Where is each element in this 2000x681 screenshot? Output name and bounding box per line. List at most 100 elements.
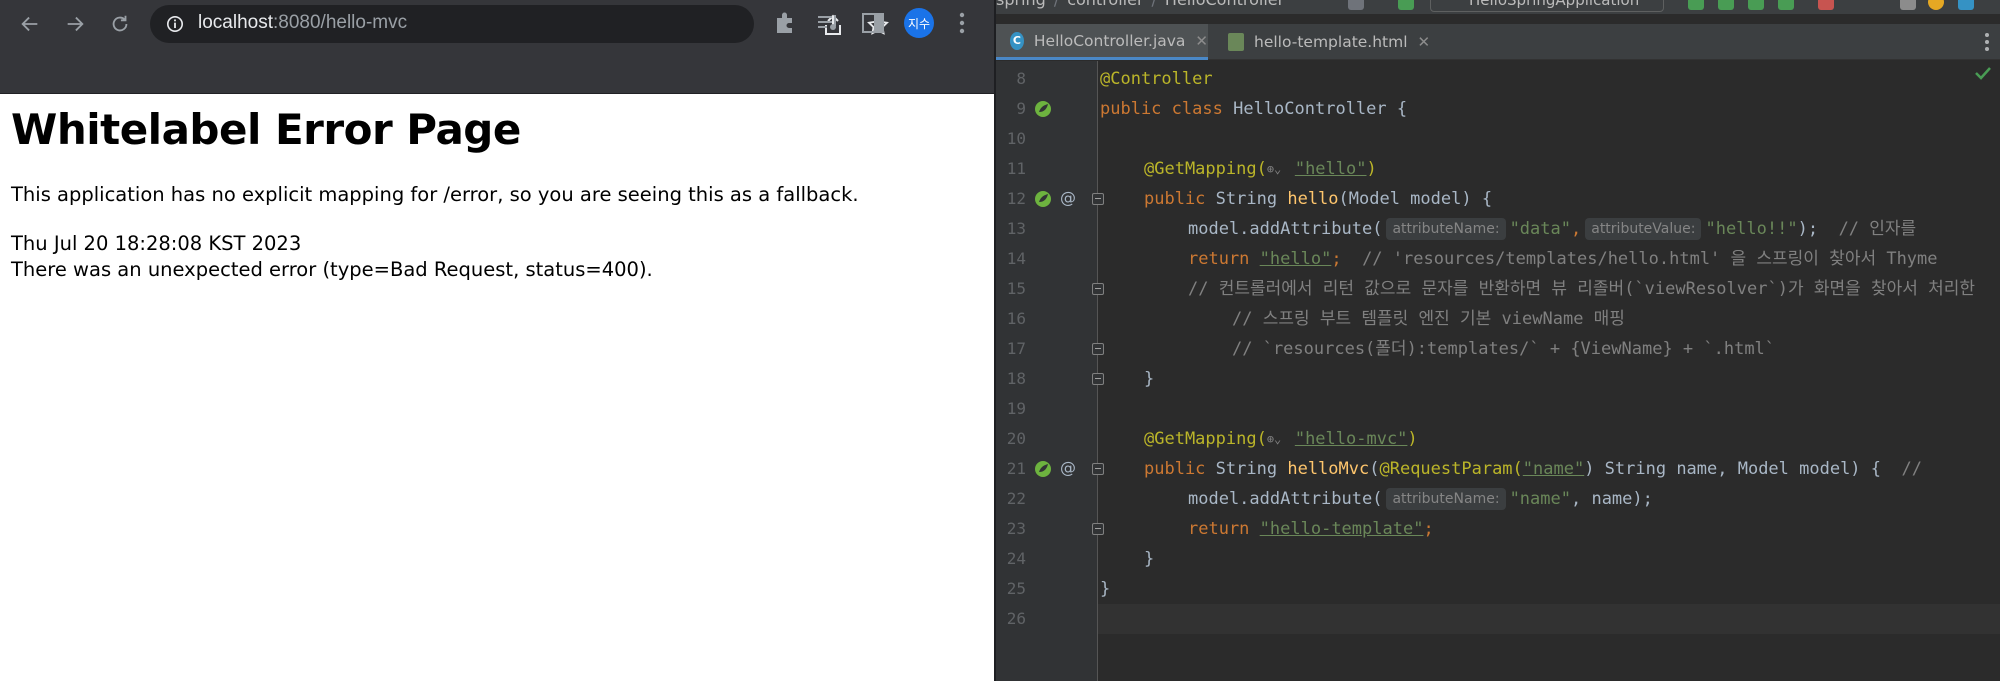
close-icon[interactable]: ✕ <box>1195 32 1208 50</box>
run-icon[interactable] <box>1688 0 1704 10</box>
notification-icon[interactable] <box>1928 0 1944 10</box>
breadcrumb-separator: / <box>1152 0 1157 9</box>
error-title: Whitelabel Error Page <box>11 105 521 154</box>
code-line[interactable]: public class HelloController { <box>1098 94 2000 124</box>
request-mapping-icon[interactable]: @ <box>1060 458 1076 477</box>
debug-icon[interactable] <box>1718 0 1734 10</box>
line-number: 16 <box>1006 309 1026 328</box>
error-detail: There was an unexpected error (type=Bad … <box>11 258 653 281</box>
code-line[interactable]: public String hello(Model model) { <box>1098 184 2000 214</box>
code-line[interactable]: public String helloMvc(@RequestParam("na… <box>1098 454 2000 484</box>
back-arrow-icon <box>21 16 38 32</box>
url-text[interactable]: localhost:8080/hello-mvc <box>198 12 407 34</box>
code-line[interactable]: @GetMapping(⊕⌄ "hello") <box>1098 154 2000 184</box>
code-token: public <box>1144 189 1206 209</box>
java-class-icon: C <box>1010 31 1024 50</box>
assistant-icon[interactable] <box>1958 0 1974 10</box>
search-icon[interactable] <box>1900 0 1916 10</box>
code-line[interactable]: // 스프링 부트 템플릿 엔진 기본 viewName 매핑 <box>1098 304 2000 334</box>
breadcrumb-item[interactable]: HelloController <box>1165 0 1284 9</box>
tab-hellocontroller[interactable]: C HelloController.java ✕ <box>996 24 1208 60</box>
line-number: 14 <box>1006 249 1026 268</box>
code-token: } <box>1100 579 1111 599</box>
spring-mapping-icon[interactable] <box>1034 460 1052 478</box>
html-file-icon <box>1228 33 1244 51</box>
parameter-hint: attributeValue: <box>1585 218 1702 240</box>
code-line[interactable]: // `resources(폴더):templates/` + {ViewNam… <box>1098 334 2000 364</box>
code-token[interactable]: "name" <box>1523 459 1584 479</box>
code-token: "hello!!" <box>1705 219 1798 239</box>
code-token: hello <box>1287 189 1339 209</box>
code-line[interactable]: return "hello-template"; <box>1098 514 2000 544</box>
more-icon[interactable] <box>1984 32 1990 52</box>
breadcrumb-separator: / <box>1054 0 1059 9</box>
breadcrumb-item[interactable]: controller <box>1067 0 1143 9</box>
code-line[interactable]: return "hello"; // 'resources/templates/… <box>1098 244 2000 274</box>
reload-button[interactable] <box>104 8 136 40</box>
code-line[interactable]: model.addAttribute(attributeName: "name",… <box>1098 484 2000 514</box>
code-token: "data" <box>1509 219 1571 239</box>
code-line[interactable]: } <box>1098 574 2000 604</box>
code-token: return <box>1188 519 1250 539</box>
code-editor[interactable]: @Controller public class HelloController… <box>1098 61 2000 681</box>
back-button[interactable] <box>14 8 46 40</box>
code-line[interactable]: @Controller <box>1098 64 2000 94</box>
request-mapping-icon[interactable]: @ <box>1060 188 1076 207</box>
code-token[interactable]: "hello-template" <box>1260 519 1424 539</box>
close-icon[interactable]: ✕ <box>1418 33 1431 51</box>
code-comment: // 스프링 부트 템플릿 엔진 기본 viewName 매핑 <box>1232 309 1625 329</box>
code-token[interactable]: "hello-mvc" <box>1295 429 1408 449</box>
code-token: ); <box>1797 219 1819 239</box>
more-icon[interactable] <box>952 10 972 36</box>
ide-navigation-bar: spring / controller / HelloController HelloS… <box>996 0 2000 14</box>
code-token: String <box>1215 189 1278 209</box>
line-number: 25 <box>1006 579 1026 598</box>
code-token: "name" <box>1509 489 1571 509</box>
code-token[interactable]: "hello" <box>1295 159 1367 179</box>
error-timestamp: Thu Jul 20 18:28:08 KST 2023 <box>11 232 302 255</box>
tab-label: HelloController.java <box>1033 31 1186 50</box>
code-token: , <box>1570 219 1582 239</box>
vcs-icon[interactable] <box>1348 0 1364 10</box>
line-number: 26 <box>1006 609 1026 628</box>
breadcrumb-item[interactable]: spring <box>996 0 1046 9</box>
code-token: return <box>1188 249 1250 269</box>
code-token: public <box>1100 99 1162 119</box>
line-number: 12 <box>1006 189 1026 208</box>
spring-mapping-icon[interactable] <box>1034 190 1052 208</box>
code-line[interactable]: } <box>1098 364 2000 394</box>
code-token: ) <box>1366 159 1377 179</box>
code-line-current[interactable] <box>1098 604 2000 634</box>
stop-icon[interactable] <box>1818 0 1834 10</box>
globe-icon[interactable]: ⊕⌄ <box>1267 424 1295 454</box>
code-token: model.addAttribute( <box>1188 219 1383 239</box>
code-token: @GetMapping( <box>1144 159 1267 179</box>
side-panel-icon[interactable] <box>860 10 886 36</box>
run-configuration-selector[interactable]: HelloSpringApplication <box>1430 0 1664 12</box>
address-bar[interactable]: localhost:8080/hello-mvc <box>150 5 889 43</box>
code-token[interactable]: "hello" <box>1260 249 1332 269</box>
parameter-hint: attributeName: <box>1386 218 1506 240</box>
profile-avatar[interactable]: 지수 <box>904 8 934 38</box>
globe-icon[interactable]: ⊕⌄ <box>1267 154 1295 184</box>
code-token: ) String name, Model model) { <box>1584 459 1882 479</box>
tab-hello-template[interactable]: hello-template.html ✕ <box>1214 24 1446 60</box>
code-line[interactable]: @GetMapping(⊕⌄ "hello-mvc") <box>1098 424 2000 454</box>
build-hammer-icon[interactable] <box>1398 0 1414 10</box>
spring-bean-icon[interactable] <box>1034 100 1052 118</box>
code-line[interactable]: // 컨트롤러에서 리턴 값으로 문자를 반환하면 뷰 리졸버(`viewRes… <box>1098 274 2000 304</box>
forward-button[interactable] <box>59 8 91 40</box>
code-comment: // 'resources/templates/hello.html' 을 스프… <box>1362 249 1938 269</box>
line-number: 10 <box>1006 129 1026 148</box>
media-control-icon[interactable] <box>815 10 841 36</box>
code-comment: // 컨트롤러에서 리턴 값으로 문자를 반환하면 뷰 리졸버(`viewRes… <box>1188 279 1976 299</box>
coverage-icon[interactable] <box>1748 0 1764 10</box>
code-token: (Model model) { <box>1338 189 1493 209</box>
breadcrumb: spring / controller / HelloController <box>996 0 1284 9</box>
code-line[interactable]: } <box>1098 544 2000 574</box>
line-number: 24 <box>1006 549 1026 568</box>
code-line[interactable]: model.addAttribute(attributeName: "data",… <box>1098 214 2000 244</box>
profile-run-icon[interactable] <box>1778 0 1794 10</box>
info-icon[interactable] <box>166 15 184 33</box>
extensions-icon[interactable] <box>772 10 798 36</box>
